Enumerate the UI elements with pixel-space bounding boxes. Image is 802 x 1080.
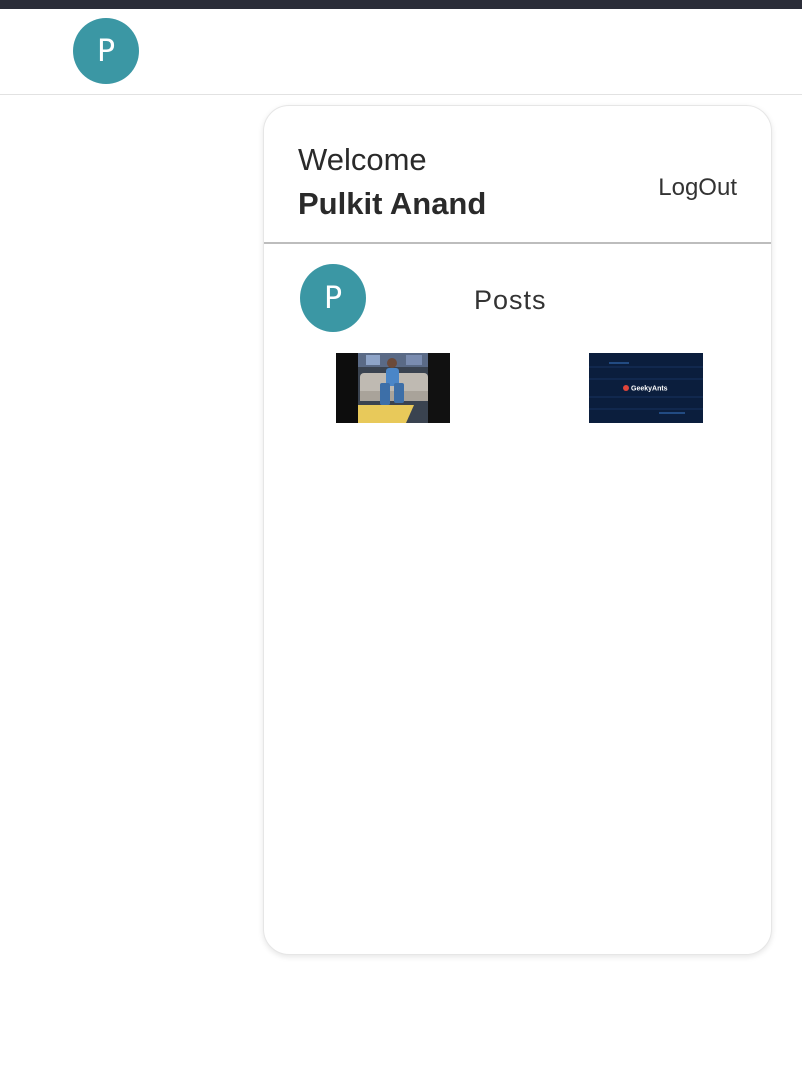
logout-button[interactable]: LogOut (658, 174, 737, 202)
post-image-1 (336, 353, 450, 423)
profile-avatar[interactable]: P (73, 18, 139, 84)
geekyants-logo-icon (623, 385, 629, 391)
welcome-label: Welcome (298, 142, 427, 177)
post-image-2: GeekyAnts (589, 353, 703, 423)
posts-title: Posts (474, 285, 547, 315)
card-header: Welcome Pulkit Anand LogOut (264, 106, 771, 244)
user-name: Pulkit Anand (298, 186, 487, 221)
post-thumbnail-1[interactable] (336, 353, 450, 423)
posts-header: P Posts (264, 244, 771, 344)
window-top-strip (0, 0, 802, 9)
posts-avatar[interactable]: P (300, 264, 366, 332)
app-bar: P (0, 9, 802, 95)
post-caption-2: GeekyAnts (631, 386, 668, 393)
profile-card: Welcome Pulkit Anand LogOut P Posts Geek… (263, 105, 772, 955)
post-thumbnail-2[interactable]: GeekyAnts (589, 353, 703, 423)
